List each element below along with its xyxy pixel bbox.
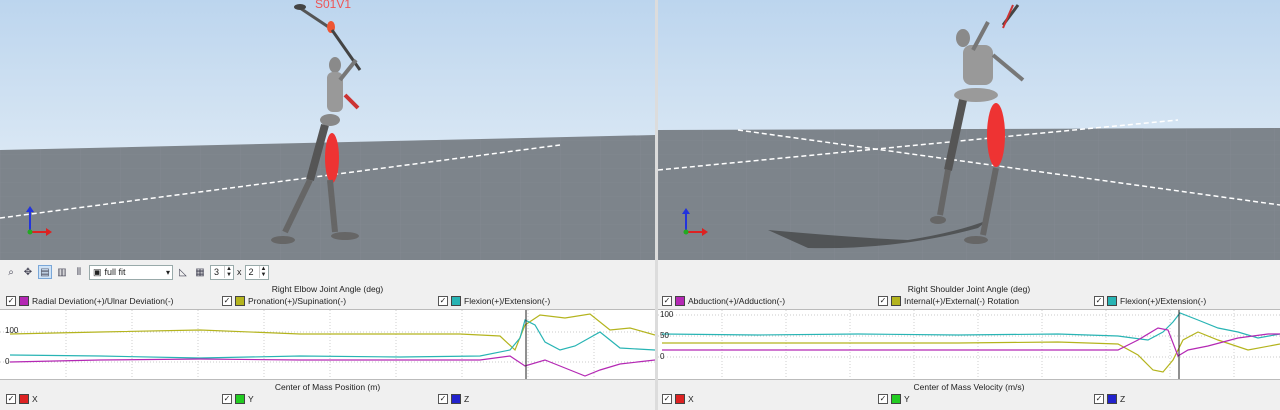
graph-legend: ✓ X ✓ Y ✓ Z (658, 394, 1280, 406)
checkbox[interactable]: ✓ (878, 394, 888, 404)
graph-title: Right Elbow Joint Angle (deg) (271, 284, 384, 294)
layout-split-icon[interactable]: ▥ (55, 265, 69, 279)
series-rotation (662, 331, 1280, 373)
rows-spinner[interactable]: 3 ▲ ▼ (210, 264, 234, 280)
legend-label: Flexion(+)/Extension(-) (464, 296, 551, 306)
grid-layout-icon[interactable]: ▦ (193, 265, 207, 279)
spinner-arrows-icon[interactable]: ▲ ▼ (224, 266, 233, 278)
color-swatch (1107, 296, 1117, 306)
legend-item[interactable]: ✓ Internal(+)/External(-) Rotation (878, 296, 1019, 306)
legend-label: Radial Deviation(+)/Ulnar Deviation(-) (32, 296, 174, 306)
checkbox[interactable]: ✓ (1094, 394, 1104, 404)
viewport-scene (0, 4, 655, 260)
fit-mode-select[interactable]: ▣ full fit ▾ (89, 264, 173, 280)
checkbox[interactable]: ✓ (438, 296, 448, 306)
legend-label: Abduction(+)/Adduction(-) (688, 296, 786, 306)
legend-item[interactable]: ✓ Abduction(+)/Adduction(-) (662, 296, 785, 306)
graph-legend: ✓ X ✓ Y ✓ Z (0, 394, 655, 406)
checkbox[interactable]: ✓ (6, 394, 16, 404)
graph-right-shoulder-angle[interactable]: Right Shoulder Joint Angle (deg) ✓ Abduc… (658, 283, 1280, 380)
color-swatch (235, 394, 245, 404)
viewport-right-3d[interactable] (658, 0, 1280, 260)
legend-item[interactable]: ✓ Flexion(+)/Extension(-) (1094, 296, 1206, 306)
plot-area[interactable]: 100 0 (0, 309, 656, 380)
legend-item[interactable]: ✓ Pronation(+)/Supination(-) (222, 296, 346, 306)
legend-label: Z (464, 394, 470, 404)
pan-icon[interactable]: ✥ (21, 265, 35, 279)
rows-value: 3 (214, 267, 220, 277)
rows-cols-separator: x (237, 267, 242, 277)
legend-item[interactable]: ✓ Y (222, 394, 254, 404)
y-tick-label: 0 (660, 352, 665, 361)
checkbox[interactable]: ✓ (1094, 296, 1104, 306)
legend-label: Flexion(+)/Extension(-) (1120, 296, 1207, 306)
graph-title: Center of Mass Position (m) (274, 382, 381, 392)
legend-item[interactable]: ✓ Y (878, 394, 910, 404)
checkbox[interactable]: ✓ (6, 296, 16, 306)
legend-label: Internal(+)/External(-) Rotation (904, 296, 1020, 306)
checkbox[interactable]: ✓ (222, 296, 232, 306)
motion-analysis-app: S01V1 ⌕ ✥ ▤ ▥ ⦀ ▣ full fit ▾ ◺ ▦ 3 ▲ ▼ x… (0, 0, 1280, 410)
fit-icon: ▣ (93, 266, 102, 277)
y-tick-label: 100 (5, 326, 19, 335)
color-swatch (1107, 394, 1117, 404)
legend-label: Z (1120, 394, 1126, 404)
viewport-scene (658, 4, 1280, 260)
spinner-arrows-icon[interactable]: ▲ ▼ (258, 266, 268, 278)
checkbox[interactable]: ✓ (878, 296, 888, 306)
legend-item[interactable]: ✓ Flexion(+)/Extension(-) (438, 296, 550, 306)
legend-item[interactable]: ✓ X (6, 394, 38, 404)
color-swatch (451, 394, 461, 404)
graph-com-velocity[interactable]: Center of Mass Velocity (m/s) ✓ X ✓ Y ✓ … (658, 381, 1280, 410)
graph-title: Right Shoulder Joint Angle (deg) (907, 284, 1031, 294)
columns-icon[interactable]: ⦀ (72, 265, 86, 279)
color-swatch (675, 296, 685, 306)
y-tick-label: 0 (5, 357, 10, 366)
series-radial-deviation (9, 355, 656, 377)
graph-title: Center of Mass Velocity (m/s) (913, 382, 1025, 392)
series-flexion (9, 319, 656, 359)
color-swatch (19, 296, 29, 306)
legend-label: Y (248, 394, 254, 404)
legend-item[interactable]: ✓ X (662, 394, 694, 404)
graph-right-elbow-angle[interactable]: Right Elbow Joint Angle (deg) ✓ Radial D… (0, 283, 656, 380)
checkbox[interactable]: ✓ (438, 394, 448, 404)
plot-curves (0, 310, 656, 379)
legend-item[interactable]: ✓ Z (438, 394, 469, 404)
fit-mode-value: full fit (104, 267, 126, 277)
checkbox[interactable]: ✓ (662, 394, 672, 404)
color-swatch (891, 296, 901, 306)
checkbox[interactable]: ✓ (662, 296, 672, 306)
graph-toolbar: ⌕ ✥ ▤ ▥ ⦀ ▣ full fit ▾ ◺ ▦ 3 ▲ ▼ x 2 ▲ ▼ (0, 262, 655, 282)
layout-grid-icon[interactable]: ▤ (38, 265, 52, 279)
chevron-down-icon: ▾ (165, 267, 170, 277)
legend-item[interactable]: ✓ Radial Deviation(+)/Ulnar Deviation(-) (6, 296, 173, 306)
graph-legend: ✓ Radial Deviation(+)/Ulnar Deviation(-)… (0, 296, 655, 308)
viewport-left-3d[interactable]: S01V1 (0, 0, 655, 260)
legend-label: X (32, 394, 38, 404)
legend-item[interactable]: ✓ Z (1094, 394, 1125, 404)
color-swatch (235, 296, 245, 306)
color-swatch (891, 394, 901, 404)
graph-com-position[interactable]: Center of Mass Position (m) ✓ X ✓ Y ✓ Z (0, 381, 655, 410)
legend-label: Pronation(+)/Supination(-) (248, 296, 347, 306)
checkbox[interactable]: ✓ (222, 394, 232, 404)
plot-curves (658, 310, 1280, 379)
cols-spinner[interactable]: 2 ▲ ▼ (244, 264, 269, 280)
series-abduction (662, 327, 1280, 357)
cols-value: 2 (248, 267, 254, 277)
color-swatch (19, 394, 29, 404)
y-tick-label: 100 (660, 310, 674, 319)
legend-label: X (688, 394, 694, 404)
subject-label: S01V1 (315, 0, 352, 11)
color-swatch (675, 394, 685, 404)
legend-label: Y (904, 394, 910, 404)
scale-icon[interactable]: ◺ (176, 265, 190, 279)
plot-area[interactable]: 100 50 0 (658, 309, 1280, 380)
zoom-select-icon[interactable]: ⌕ (4, 265, 18, 279)
graph-legend: ✓ Abduction(+)/Adduction(-) ✓ Internal(+… (658, 296, 1280, 308)
color-swatch (451, 296, 461, 306)
y-tick-label: 50 (660, 331, 669, 340)
